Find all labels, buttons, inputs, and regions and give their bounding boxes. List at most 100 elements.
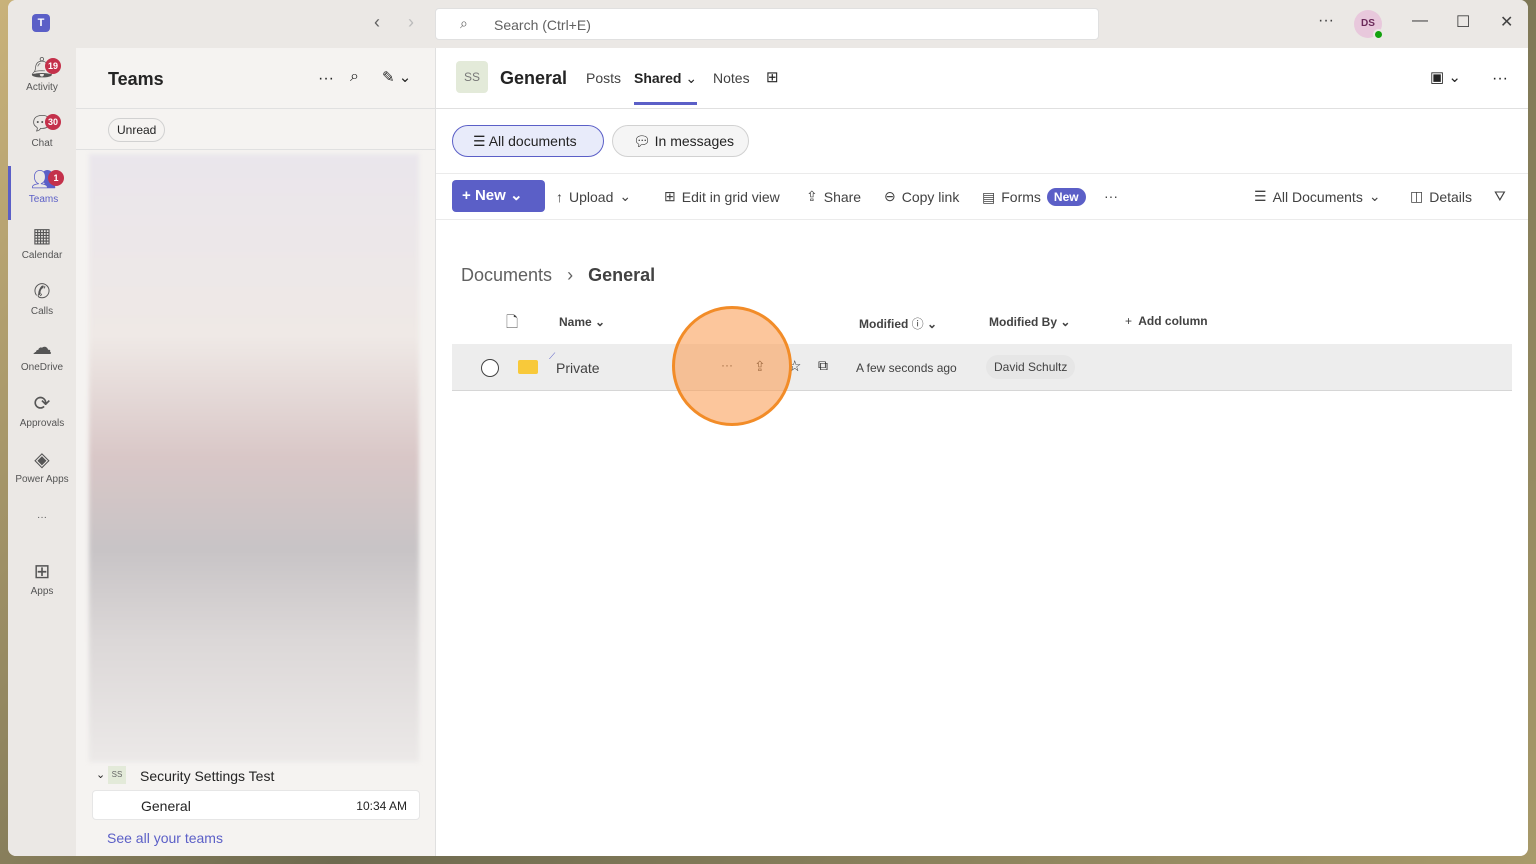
edit-grid-button[interactable]: ⊞ Edit in grid view (664, 188, 780, 205)
rail-item-activity[interactable]: 🔔︎ Activity 19 (8, 54, 76, 108)
rail-label: Approvals (19, 418, 65, 429)
rail-item-onedrive[interactable]: ☁︎ OneDrive (8, 334, 76, 388)
modified-cell: A few seconds ago (856, 361, 957, 375)
more-apps-icon[interactable]: ··· (8, 512, 76, 566)
unread-filter[interactable]: Unread (108, 118, 166, 142)
copy-link-label: Copy link (901, 188, 960, 205)
teams-panel: Teams ··· ⌕ ✎ ⌄ Unread ⌄ SS Security Set… (76, 48, 436, 856)
rail-item-apps[interactable]: ⊞ Apps (8, 558, 76, 612)
file-name-link[interactable]: Private (556, 360, 600, 376)
minimize-button[interactable]: — (1412, 12, 1428, 30)
chevron-down-icon[interactable]: ⌄ (96, 768, 105, 781)
rail-label: Apps (30, 586, 54, 597)
back-icon[interactable]: ‹ (374, 12, 380, 33)
details-label: Details (1429, 188, 1473, 205)
rail-item-power-apps[interactable]: ◈ Power Apps (8, 446, 76, 500)
view-selector[interactable]: ☰ All Documents ⌄ (1254, 188, 1381, 205)
channel-name: General (141, 798, 191, 814)
share-label: Share (823, 188, 862, 205)
tab-posts[interactable]: Posts (586, 70, 621, 86)
add-tab-icon[interactable]: ⊞ (766, 68, 779, 86)
rail-item-calls[interactable]: ✆ Calls (8, 278, 76, 332)
more-icon[interactable]: ··· (1104, 188, 1118, 204)
details-button[interactable]: ◫ Details (1410, 188, 1472, 205)
chevron-down-icon: ⌄ (1368, 188, 1381, 204)
tab-shared[interactable]: Shared ⌄ (634, 70, 698, 105)
breadcrumb-current: General (588, 265, 656, 285)
add-column-button[interactable]: + Add column (1125, 314, 1208, 328)
search-input[interactable]: ⌕ Search (Ctrl+E) (435, 8, 1099, 40)
view-label: All Documents (1272, 188, 1363, 205)
team-avatar: SS (108, 766, 126, 784)
click-indicator (672, 306, 792, 426)
share-button[interactable]: ⇪ Share (806, 188, 861, 205)
edit-grid-label: Edit in grid view (681, 188, 780, 205)
channel-item-general[interactable]: General 10:34 AM (92, 790, 420, 820)
rail-label: OneDrive (20, 362, 64, 373)
plus-icon: + (462, 187, 471, 204)
copy-link-button[interactable]: ⊖ Copy link (884, 188, 959, 205)
bell-icon: 🔔︎ (29, 57, 55, 79)
breadcrumb-documents[interactable]: Documents (461, 265, 552, 285)
notification-badge: 30 (45, 114, 62, 130)
name-header-label: Name (559, 315, 592, 329)
new-label: New (474, 187, 506, 204)
blurred-team-list (89, 154, 419, 762)
new-button[interactable]: + New ⌄ (452, 180, 545, 212)
panel-title: Teams (108, 69, 164, 89)
rail-item-chat[interactable]: 💬︎ Chat 30 (8, 110, 76, 164)
share-icon: ⇪ (806, 188, 818, 204)
compose-icon[interactable]: ✎ ⌄ (382, 68, 411, 86)
see-all-teams-link[interactable]: See all your teams (107, 830, 223, 846)
rail-item-approvals[interactable]: ⟳ Approvals (8, 390, 76, 444)
row-select-checkbox[interactable] (481, 359, 499, 377)
app-rail: 🔔︎ Activity 19 💬︎ Chat 30 👥︎ Teams 1 ▦ Calendar ✆ Ca… (8, 48, 76, 856)
search-icon[interactable]: ⌕ (350, 68, 359, 86)
team-name[interactable]: Security Settings Test (140, 768, 274, 784)
name-column-header[interactable]: Name ⌄ (559, 315, 605, 329)
list-icon: ☰ (473, 133, 486, 149)
meeting-icon[interactable]: ▣ ⌄ (1430, 68, 1461, 86)
rail-item-teams[interactable]: 👥︎ Teams 1 (8, 166, 76, 220)
channel-main: SS General Posts Shared ⌄ Notes ⊞ ▣ ⌄ ··… (436, 48, 1528, 856)
calendar-icon: ▦ (32, 225, 52, 247)
in-messages-label: In messages (654, 133, 735, 149)
modified-column-header[interactable]: Modified ⓘ ⌄ (859, 315, 937, 332)
rail-label: Teams (28, 194, 59, 205)
modified-by-column-header[interactable]: Modified By ⌄ (989, 315, 1070, 329)
chevron-down-icon: ⌄ (509, 187, 523, 204)
teams-window: T ‹ › ⌕ Search (Ctrl+E) ··· DS — ☐ ✕ 🔔︎ A… (8, 0, 1528, 856)
upload-label: Upload (569, 188, 614, 205)
forms-label: Forms (1001, 189, 1041, 205)
channel-time: 10:34 AM (356, 799, 407, 813)
cloud-icon: ☁︎ (32, 337, 52, 359)
channel-avatar: SS (456, 61, 488, 93)
open-external-icon[interactable]: ⧉ (818, 357, 828, 374)
details-pane-icon: ◫ (1410, 188, 1424, 204)
modified-by-header-label: Modified By (989, 315, 1057, 329)
channel-title: General (500, 68, 568, 88)
teams-logo-icon: T (32, 14, 50, 32)
rail-label: Chat (31, 138, 53, 149)
filter-icon[interactable]: ⛛ (1494, 188, 1506, 205)
in-messages-pill[interactable]: 💬︎ In messages (612, 125, 749, 157)
avatar[interactable]: DS (1354, 10, 1384, 40)
modified-by-cell[interactable]: David Schultz (986, 355, 1076, 379)
notification-badge: 19 (45, 58, 62, 74)
chevron-right-icon: › (567, 265, 574, 285)
maximize-button[interactable]: ☐ (1456, 12, 1470, 32)
more-icon[interactable]: ··· (1492, 70, 1508, 88)
column-headers: 🗋︎ Name ⌄ Modified ⓘ ⌄ Modified By ⌄ + A… (452, 304, 1512, 340)
upload-button[interactable]: ↑ Upload ⌄ (556, 188, 631, 205)
approvals-icon: ⟳ (33, 393, 51, 415)
forward-icon[interactable]: › (408, 12, 414, 33)
forms-button[interactable]: ▤ Forms New (982, 188, 1086, 206)
close-button[interactable]: ✕ (1500, 12, 1513, 32)
more-icon[interactable]: ··· (1318, 12, 1334, 30)
all-documents-pill[interactable]: ☰ All documents (452, 125, 604, 157)
rail-item-calendar[interactable]: ▦ Calendar (8, 222, 76, 276)
table-row[interactable]: ⟋ Private ··· ⇪ ☆ ⧉ A few seconds ago Da… (452, 344, 1512, 391)
all-documents-label: All documents (488, 133, 577, 149)
tab-notes[interactable]: Notes (713, 70, 750, 86)
more-options-icon[interactable]: ··· (318, 70, 334, 88)
